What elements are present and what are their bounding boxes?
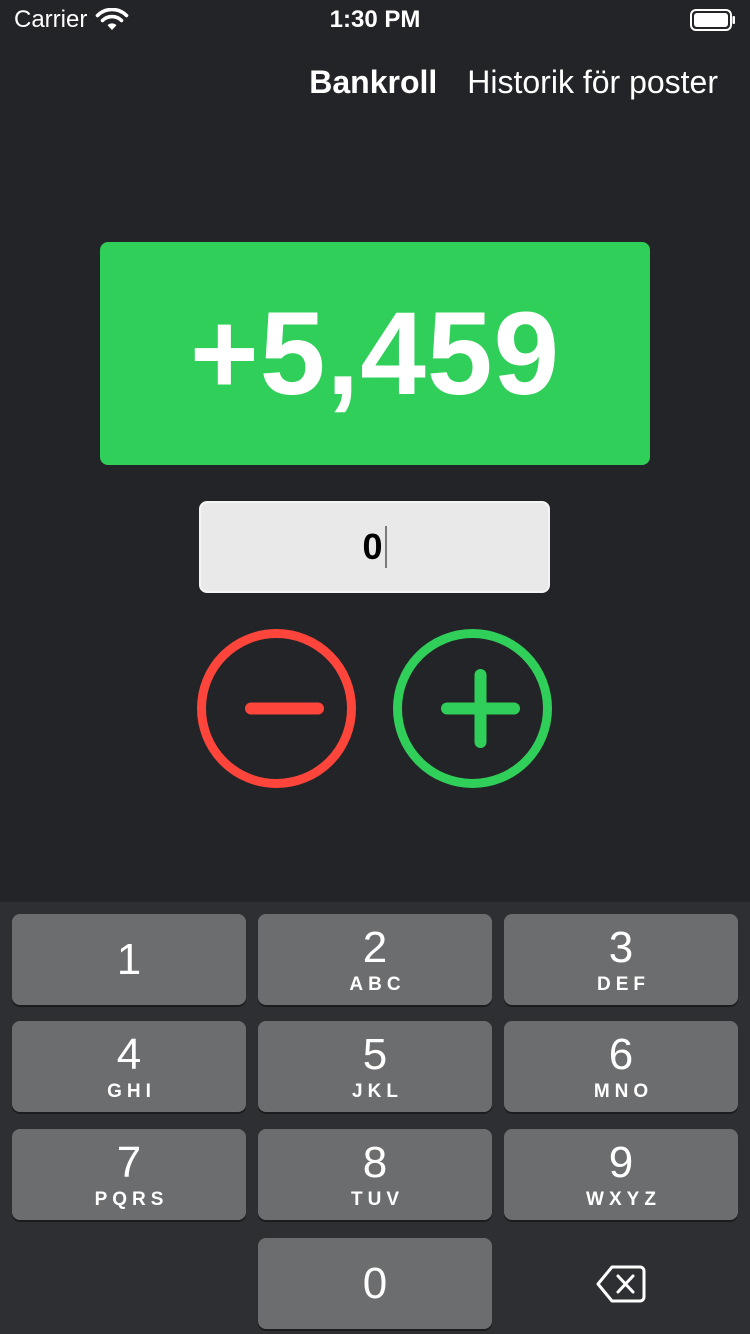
- amount-input[interactable]: 0: [199, 501, 550, 593]
- key-digit: 5: [362, 1030, 388, 1079]
- key-digit: 6: [608, 1030, 634, 1079]
- tab-bankroll[interactable]: Bankroll: [309, 64, 437, 101]
- key-letters: TUV: [351, 1189, 404, 1210]
- backspace-button[interactable]: [504, 1238, 738, 1329]
- text-caret: [384, 526, 387, 568]
- status-bar: Carrier 1:30 PM: [0, 0, 750, 40]
- nav-tabs: Bankroll Historik för poster: [309, 64, 718, 101]
- battery-icon: [690, 9, 735, 31]
- key-letters: DEF: [597, 974, 650, 995]
- add-button[interactable]: [393, 629, 552, 788]
- subtract-button[interactable]: [197, 629, 356, 788]
- key-0[interactable]: 0: [258, 1238, 492, 1329]
- key-8[interactable]: 8 TUV: [258, 1129, 492, 1220]
- key-digit: 8: [362, 1138, 388, 1187]
- key-digit: 9: [608, 1138, 634, 1187]
- key-letters: PQRS: [94, 1189, 169, 1210]
- backspace-icon: [596, 1265, 646, 1302]
- key-letters: MNO: [593, 1081, 654, 1102]
- key-6[interactable]: 6 MNO: [504, 1021, 738, 1112]
- key-digit: 4: [116, 1030, 142, 1079]
- key-3[interactable]: 3 DEF: [504, 914, 738, 1005]
- key-4[interactable]: 4 GHI: [12, 1021, 246, 1112]
- key-digit: 0: [362, 1259, 388, 1308]
- key-9[interactable]: 9 WXYZ: [504, 1129, 738, 1220]
- amount-input-value: 0: [362, 526, 383, 567]
- key-letters: GHI: [107, 1081, 156, 1102]
- minus-icon: [245, 702, 324, 715]
- status-time: 1:30 PM: [329, 6, 421, 33]
- key-1[interactable]: 1: [12, 914, 246, 1005]
- key-letters: JKL: [352, 1081, 403, 1102]
- tab-history[interactable]: Historik för poster: [467, 64, 718, 101]
- balance-value: +5,459: [189, 287, 561, 420]
- key-digit: 3: [608, 923, 634, 972]
- key-letters: WXYZ: [586, 1189, 661, 1210]
- balance-card: +5,459: [100, 242, 650, 465]
- key-5[interactable]: 5 JKL: [258, 1021, 492, 1112]
- key-2[interactable]: 2 ABC: [258, 914, 492, 1005]
- key-letters: ABC: [349, 974, 406, 995]
- app-screen: Carrier 1:30 PM Bankroll Historik för po…: [0, 0, 750, 1334]
- plus-icon: [441, 669, 520, 748]
- key-digit: 7: [116, 1138, 142, 1187]
- key-7[interactable]: 7 PQRS: [12, 1129, 246, 1220]
- key-digit: 2: [362, 923, 388, 972]
- key-digit: 1: [116, 935, 142, 984]
